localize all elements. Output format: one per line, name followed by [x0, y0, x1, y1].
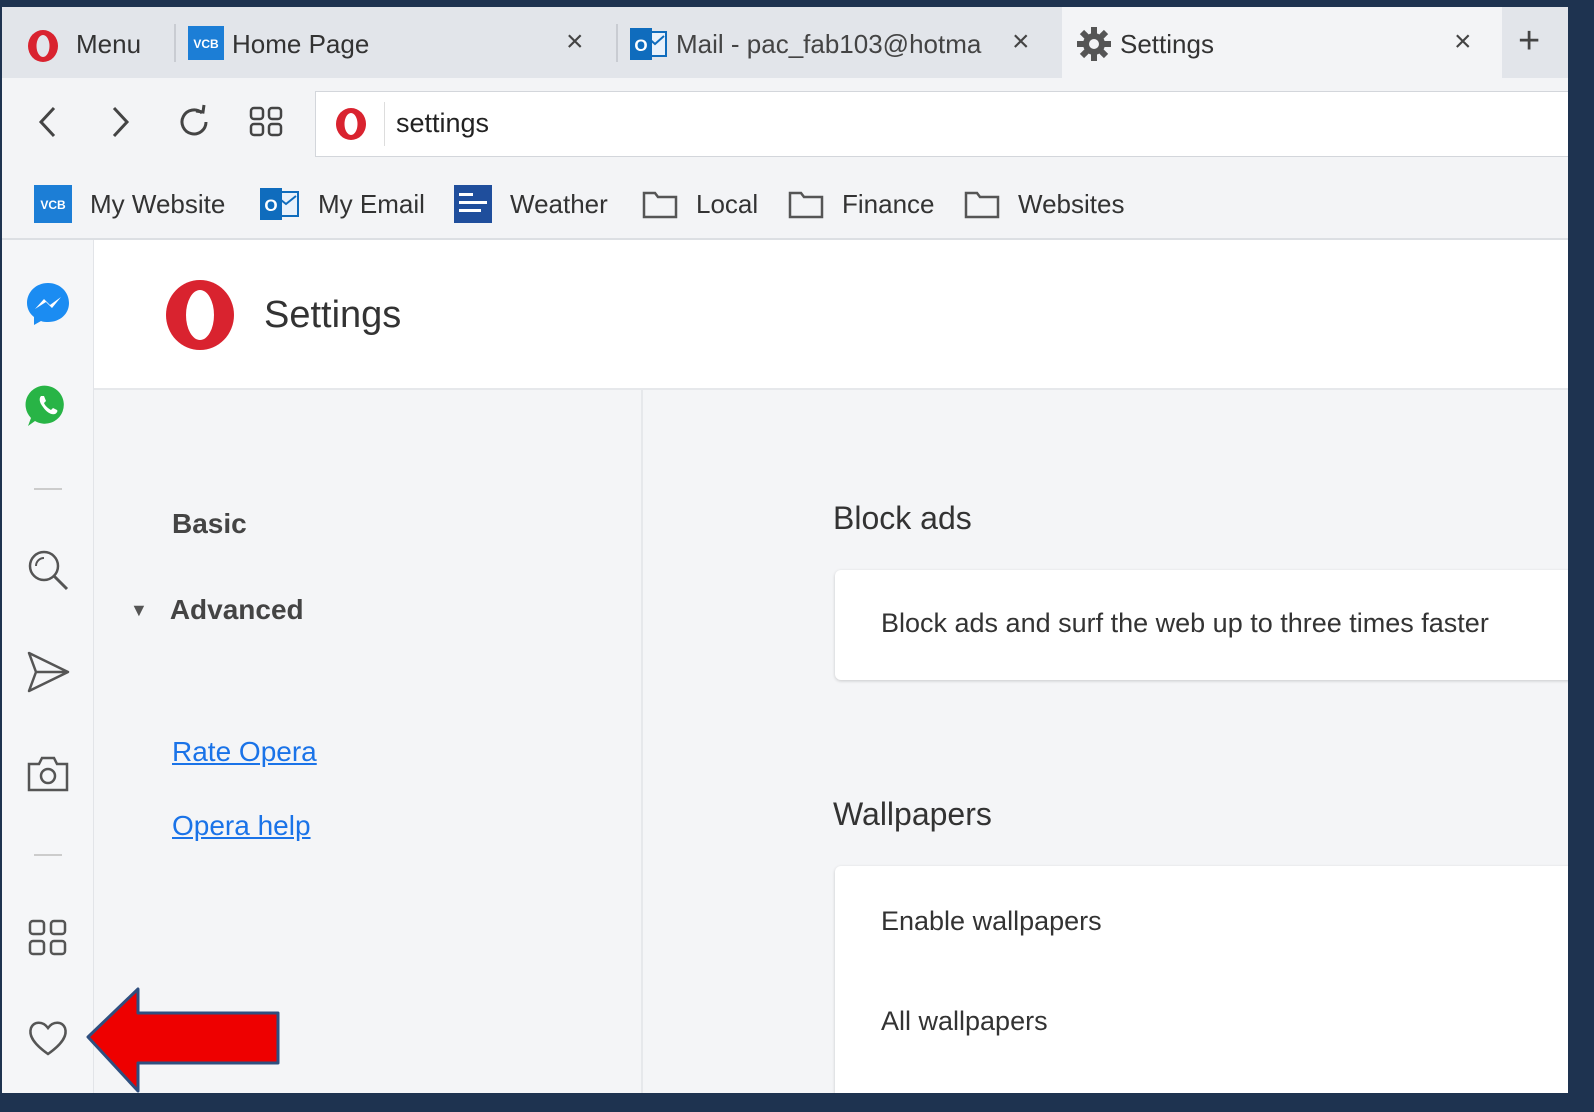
reload-button[interactable]	[172, 100, 216, 144]
settings-header: Settings	[94, 240, 1568, 390]
grid-icon	[249, 106, 283, 137]
new-tab-button[interactable]: +	[1518, 22, 1540, 60]
rate-opera-link[interactable]: Rate Opera	[172, 736, 317, 768]
close-tab-icon[interactable]: ×	[1454, 27, 1472, 57]
back-button[interactable]	[26, 100, 70, 144]
opera-logo-icon	[336, 108, 366, 140]
sidebar-whatsapp[interactable]	[24, 382, 72, 430]
block-ads-card: Block ads and surf the web up to three t…	[835, 570, 1568, 680]
sidebar-snapshot[interactable]	[24, 750, 72, 798]
bookmark-label: Websites	[1018, 188, 1125, 219]
folder-icon	[964, 191, 1000, 219]
vcb-badge-text: VCB	[193, 37, 219, 51]
outlook-badge-text: O	[634, 36, 647, 55]
tab-bar: Menu VCB Home Page × O Mail - pac_fab103…	[2, 7, 1568, 78]
sidebar-divider	[34, 854, 62, 856]
nav-advanced[interactable]: ▼ Advanced	[130, 594, 304, 626]
reload-icon	[180, 104, 208, 136]
extensions-icon	[28, 919, 67, 956]
bookmark-label: Finance	[842, 188, 935, 219]
outlook-favicon-icon: O	[630, 28, 667, 60]
camera-icon	[27, 756, 69, 792]
sidebar-bookmarks[interactable]	[24, 1014, 72, 1062]
wallpapers-card: Enable wallpapers All wallpapers	[835, 866, 1568, 1093]
all-wallpapers-row[interactable]: All wallpapers	[881, 1006, 1048, 1037]
bookmarks-bar: VCB My Website O My Email Weather Local …	[2, 168, 1568, 240]
navigation-bar: settings	[2, 78, 1568, 168]
search-icon	[28, 550, 69, 591]
bookmark-folder-local[interactable]: Local	[642, 184, 758, 224]
opera-logo-icon	[28, 30, 58, 62]
block-ads-row[interactable]: Block ads and surf the web up to three t…	[881, 608, 1489, 639]
sidebar-extensions[interactable]	[24, 914, 72, 962]
opera-menu-button[interactable]: Menu	[2, 7, 172, 78]
whatsapp-icon	[25, 385, 64, 426]
address-text[interactable]: settings	[396, 108, 489, 139]
bookmark-label: My Email	[318, 188, 425, 219]
enable-wallpapers-row[interactable]: Enable wallpapers	[881, 906, 1102, 937]
bookmark-folder-finance[interactable]: Finance	[788, 184, 935, 224]
tab-separator	[174, 24, 176, 62]
annotation-arrow	[86, 987, 280, 1093]
folder-icon	[642, 191, 678, 219]
address-bar[interactable]: settings	[315, 91, 1568, 157]
chevron-right-icon	[112, 106, 130, 138]
weather-channel-favicon-icon	[454, 185, 492, 223]
bookmark-label: Weather	[510, 188, 608, 219]
bookmark-weather[interactable]: Weather	[454, 184, 608, 224]
page-title: Settings	[264, 294, 402, 336]
opera-sidebar	[2, 240, 94, 1093]
vcb-badge-text: VCB	[40, 198, 66, 212]
bookmark-folder-websites[interactable]: Websites	[964, 184, 1124, 224]
close-tab-icon[interactable]: ×	[566, 27, 584, 57]
tab-label: Settings	[1120, 29, 1214, 59]
send-icon	[27, 651, 70, 693]
chevron-left-icon	[38, 106, 56, 138]
close-tab-icon[interactable]: ×	[1012, 27, 1030, 57]
tab-separator	[616, 24, 618, 62]
section-title-wallpapers: Wallpapers	[833, 796, 992, 832]
outlook-badge-text: O	[264, 196, 277, 215]
vcb-favicon-icon: VCB	[188, 26, 224, 60]
vcb-favicon-icon: VCB	[34, 185, 72, 223]
tab-label: Mail - pac_fab103@hotma	[676, 29, 982, 59]
menu-label: Menu	[76, 29, 142, 59]
settings-main: Block ads Block ads and surf the web up …	[643, 390, 1568, 1093]
messenger-icon	[27, 283, 69, 325]
speed-dial-button[interactable]	[244, 100, 288, 144]
sidebar-send[interactable]	[24, 648, 72, 696]
address-divider	[384, 102, 385, 146]
bookmark-my-website[interactable]: VCB My Website	[34, 184, 225, 224]
folder-icon	[788, 191, 824, 219]
nav-basic[interactable]: Basic	[172, 508, 247, 540]
sidebar-search[interactable]	[24, 546, 72, 594]
tab-settings[interactable]: Settings ×	[1062, 7, 1502, 78]
caret-down-icon: ▼	[130, 599, 148, 620]
forward-button[interactable]	[98, 100, 142, 144]
bookmark-label: My Website	[90, 188, 226, 219]
outlook-favicon-icon: O	[260, 188, 299, 220]
browser-window: Menu VCB Home Page × O Mail - pac_fab103…	[2, 7, 1568, 1093]
opera-logo-icon	[166, 280, 234, 350]
tab-mail[interactable]: O Mail - pac_fab103@hotma ×	[630, 7, 1058, 78]
gear-icon	[1077, 27, 1111, 61]
tab-home-page[interactable]: VCB Home Page ×	[188, 7, 612, 78]
bookmark-label: Local	[696, 188, 759, 219]
sidebar-messenger[interactable]	[24, 280, 72, 328]
bookmark-my-email[interactable]: O My Email	[260, 184, 425, 224]
tab-label: Home Page	[232, 29, 370, 59]
sidebar-divider	[34, 488, 62, 490]
heart-icon	[29, 1021, 67, 1056]
opera-help-link[interactable]: Opera help	[172, 810, 311, 842]
section-title-block-ads: Block ads	[833, 500, 972, 536]
nav-advanced-label: Advanced	[169, 594, 304, 625]
